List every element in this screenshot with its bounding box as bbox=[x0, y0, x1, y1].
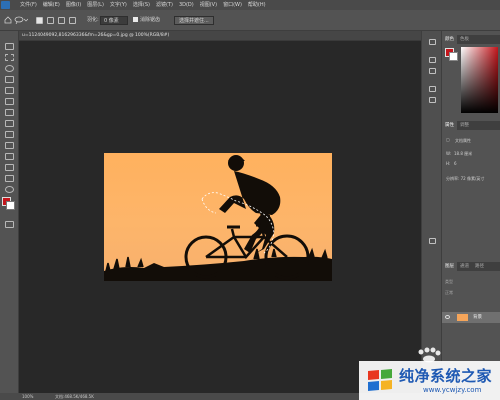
site-logo-icon bbox=[368, 369, 392, 391]
document-size: 文档:468.5K/468.5K bbox=[55, 394, 94, 399]
tab-swatches[interactable]: 色板 bbox=[457, 37, 472, 42]
color-panel-tabs: 颜色 色板 bbox=[442, 35, 500, 44]
resolution-value: 分辨率: 72 像素/英寸 bbox=[446, 176, 485, 181]
document-tab[interactable]: u=1124049092,816296336&fm=26&gp=0.jpg @ … bbox=[19, 31, 421, 41]
info-panel-icon[interactable] bbox=[429, 238, 436, 244]
document-tab-title: u=1124049092,816296336&fm=26&gp=0.jpg @ … bbox=[22, 33, 170, 38]
select-and-mask-button[interactable]: 选择并遮住... bbox=[174, 16, 214, 25]
menu-bar: 文件(F) 编辑(E) 图像(I) 图层(L) 文字(Y) 选择(S) 滤镜(T… bbox=[0, 0, 500, 10]
quick-mask-icon[interactable] bbox=[5, 221, 14, 228]
menu-edit[interactable]: 编辑(E) bbox=[43, 1, 60, 9]
background-color-swatch[interactable] bbox=[6, 201, 15, 210]
color-picker-field[interactable] bbox=[461, 47, 498, 113]
menu-window[interactable]: 窗口(W) bbox=[223, 1, 242, 9]
feather-input[interactable]: 0 像素 bbox=[100, 16, 128, 25]
quick-select-tool-icon[interactable] bbox=[5, 76, 14, 83]
clone-stamp-tool-icon[interactable] bbox=[5, 131, 14, 138]
width-label: W: bbox=[446, 151, 452, 156]
menu-select[interactable]: 选择(S) bbox=[133, 1, 150, 9]
move-tool-icon[interactable] bbox=[5, 43, 14, 50]
add-selection-icon[interactable] bbox=[47, 17, 54, 24]
crop-tool-icon[interactable] bbox=[5, 87, 14, 94]
brush-tool-icon[interactable] bbox=[5, 120, 14, 127]
options-bar: 羽化: 0 像素 消除锯齿 选择并遮住... bbox=[0, 10, 500, 31]
properties-panel-tabs: 属性 调整 bbox=[442, 121, 500, 130]
menu-items: 文件(F) 编辑(E) 图像(I) 图层(L) 文字(Y) 选择(S) 滤镜(T… bbox=[20, 1, 266, 9]
lasso-tool-icon[interactable] bbox=[5, 65, 14, 72]
layers-panel-tabs: 图层 通道 路径 bbox=[442, 262, 500, 271]
brush-settings-icon[interactable] bbox=[429, 57, 436, 63]
cyclist-sunset-photo[interactable] bbox=[104, 153, 332, 281]
layer-name: 背景 bbox=[473, 315, 482, 320]
width-value[interactable]: 18.8 厘米 bbox=[454, 151, 472, 157]
cyclist-silhouette bbox=[104, 155, 332, 281]
hand-tool-icon[interactable] bbox=[5, 186, 14, 193]
antialias-label: 消除锯齿 bbox=[140, 17, 161, 23]
color-panel-background[interactable] bbox=[449, 52, 458, 61]
zoom-level[interactable]: 100% bbox=[22, 393, 33, 400]
layer-row-background[interactable]: 背景 bbox=[442, 312, 500, 323]
watermark-url: www.ycwjzy.com bbox=[423, 386, 482, 394]
site-watermark: 纯净系统之家 www.ycwjzy.com bbox=[359, 361, 500, 400]
pen-tool-icon[interactable] bbox=[5, 164, 14, 171]
properties-title: 文档属性 bbox=[455, 138, 471, 143]
menu-help[interactable]: 帮助(H) bbox=[248, 1, 266, 9]
menu-view[interactable]: 视图(V) bbox=[200, 1, 217, 9]
gradient-tool-icon[interactable] bbox=[5, 153, 14, 160]
healing-brush-tool-icon[interactable] bbox=[5, 109, 14, 116]
tools-panel bbox=[0, 31, 19, 394]
tab-layers[interactable]: 图层 bbox=[442, 262, 457, 271]
tab-channels[interactable]: 通道 bbox=[457, 264, 472, 269]
tab-paths[interactable]: 路径 bbox=[472, 264, 487, 269]
menu-filter[interactable]: 滤镜(T) bbox=[156, 1, 173, 9]
new-selection-icon[interactable] bbox=[36, 17, 43, 24]
eraser-tool-icon[interactable] bbox=[5, 142, 14, 149]
photoshop-logo-icon[interactable] bbox=[1, 1, 10, 9]
watermark-title: 纯净系统之家 bbox=[399, 367, 493, 385]
menu-file[interactable]: 文件(F) bbox=[20, 1, 37, 9]
menu-layer[interactable]: 图层(L) bbox=[87, 1, 104, 9]
intersect-selection-icon[interactable] bbox=[69, 17, 76, 24]
canvas-area[interactable] bbox=[19, 41, 421, 393]
paragraph-panel-icon[interactable] bbox=[429, 97, 436, 103]
subtract-selection-icon[interactable] bbox=[58, 17, 65, 24]
menu-3d[interactable]: 3D(D) bbox=[179, 1, 194, 9]
type-tool-icon[interactable] bbox=[5, 175, 14, 182]
document-icon: ▢ bbox=[446, 137, 450, 142]
feather-label: 羽化: bbox=[87, 17, 99, 23]
home-icon[interactable] bbox=[4, 16, 12, 25]
menu-image[interactable]: 图像(I) bbox=[66, 1, 81, 9]
marquee-tool-icon[interactable] bbox=[5, 54, 14, 61]
eyedropper-tool-icon[interactable] bbox=[5, 98, 14, 105]
tab-color[interactable]: 颜色 bbox=[442, 35, 457, 44]
layer-kind-filter[interactable]: 类型 bbox=[445, 279, 453, 285]
height-label: H: bbox=[446, 161, 451, 166]
character-panel-icon[interactable] bbox=[429, 86, 436, 92]
menu-type[interactable]: 文字(Y) bbox=[110, 1, 127, 9]
eye-visibility-icon[interactable] bbox=[445, 315, 450, 319]
tab-properties[interactable]: 属性 bbox=[442, 121, 457, 130]
checkbox-checked-icon bbox=[133, 17, 138, 22]
layer-thumbnail bbox=[457, 314, 468, 321]
history-panel-icon[interactable] bbox=[429, 39, 436, 45]
tool-presets-icon[interactable] bbox=[429, 68, 436, 74]
panel-icon-strip bbox=[421, 31, 442, 393]
right-panels: 颜色 色板 属性 调整 ▢ 文档属性 W: 18.8 厘米 H: 6 分辨率: 72… bbox=[442, 31, 500, 393]
antialias-checkbox[interactable]: 消除锯齿 bbox=[133, 16, 160, 25]
height-value[interactable]: 6 bbox=[454, 161, 457, 166]
blend-mode-select[interactable]: 正常 bbox=[445, 290, 453, 296]
tab-adjustments[interactable]: 调整 bbox=[457, 123, 472, 128]
lasso-tool-preset-icon[interactable] bbox=[14, 16, 29, 25]
